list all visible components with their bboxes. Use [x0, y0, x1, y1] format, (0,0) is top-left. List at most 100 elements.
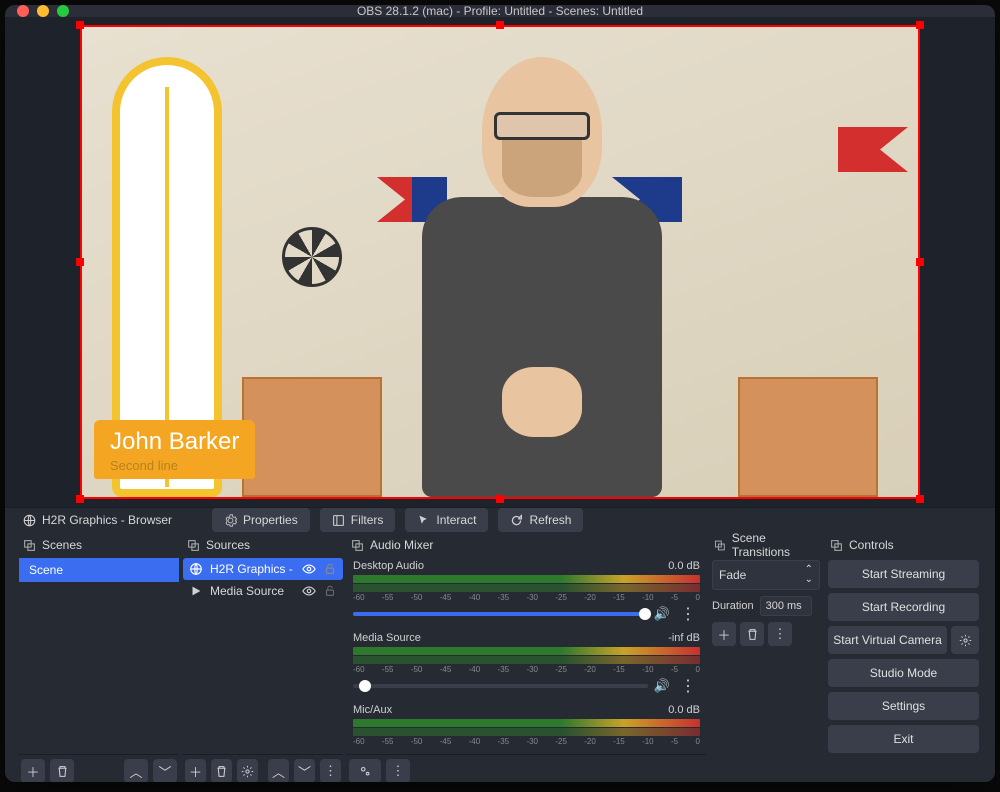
speaker-icon[interactable]: 🔊	[654, 678, 670, 694]
interact-button[interactable]: Interact	[405, 508, 488, 532]
source-down-button[interactable]: ﹀	[294, 759, 315, 782]
mixer-channel: Media Source -inf dB -60-55-50-45-40-35-3…	[347, 630, 706, 702]
source-item[interactable]: Media Source	[183, 580, 343, 602]
dock-icon	[714, 539, 726, 552]
channel-level: -inf dB	[668, 632, 700, 644]
source-label: H2R Graphics -	[210, 562, 295, 576]
sources-panel-header: Sources	[183, 532, 343, 558]
lock-icon[interactable]	[323, 562, 337, 576]
resize-handle[interactable]	[76, 258, 84, 266]
volume-slider[interactable]	[353, 684, 648, 688]
bg-cabinet	[242, 377, 382, 497]
trash-icon	[215, 765, 228, 778]
remove-transition-button[interactable]	[740, 622, 764, 646]
add-transition-button[interactable]: ＋	[712, 622, 736, 646]
channel-name: Media Source	[353, 632, 421, 644]
source-label: Media Source	[210, 584, 295, 598]
minimize-window-button[interactable]	[37, 5, 49, 17]
mixer-menu-button[interactable]: ⋮	[386, 759, 410, 782]
audio-meter	[353, 575, 700, 583]
lower-third-overlay: John Barker Second line	[94, 420, 255, 479]
gear-icon	[959, 634, 972, 647]
remove-source-button[interactable]	[211, 759, 232, 782]
remove-scene-button[interactable]	[50, 759, 74, 782]
channel-menu-button[interactable]: ⋮	[676, 604, 700, 624]
resize-handle[interactable]	[496, 21, 504, 29]
meter-ticks: -60-55-50-45-40-35-30-25-20-15-10-50	[353, 665, 700, 674]
mixer-toolbar: ⋮	[347, 754, 706, 782]
resize-handle[interactable]	[76, 495, 84, 503]
resize-handle[interactable]	[916, 258, 924, 266]
lock-icon[interactable]	[323, 584, 337, 598]
dock-icon	[830, 539, 843, 552]
add-scene-button[interactable]: ＋	[21, 759, 45, 782]
mixer-channel: Mic/Aux0.0 dB -60-55-50-45-40-35-30-25-2…	[347, 702, 706, 754]
resize-handle[interactable]	[916, 495, 924, 503]
window-controls	[17, 5, 69, 17]
channel-name: Desktop Audio	[353, 560, 424, 572]
dock-icon	[23, 539, 36, 552]
add-source-button[interactable]: ＋	[185, 759, 206, 782]
exit-button[interactable]: Exit	[828, 725, 979, 753]
globe-icon	[23, 514, 36, 527]
transition-menu-button[interactable]: ⋮	[768, 622, 792, 646]
channel-level: 0.0 dB	[668, 560, 700, 572]
duration-input[interactable]	[760, 596, 812, 616]
gear-icon	[241, 765, 254, 778]
maximize-window-button[interactable]	[57, 5, 69, 17]
trash-icon	[746, 628, 759, 641]
preview-area[interactable]: John Barker Second line	[5, 17, 995, 507]
globe-icon	[189, 562, 203, 576]
scene-item[interactable]: Scene	[19, 558, 179, 582]
start-streaming-button[interactable]: Start Streaming	[828, 560, 979, 588]
audio-meter	[353, 584, 700, 592]
eye-icon[interactable]	[302, 584, 316, 598]
start-recording-button[interactable]: Start Recording	[828, 593, 979, 621]
bg-flag	[838, 127, 908, 172]
source-up-button[interactable]: ︿	[268, 759, 289, 782]
resize-handle[interactable]	[496, 495, 504, 503]
meter-ticks: -60-55-50-45-40-35-30-25-20-15-10-50	[353, 593, 700, 602]
selected-source-label: H2R Graphics - Browser	[23, 513, 172, 527]
lower-third-subtitle: Second line	[110, 458, 239, 473]
resize-handle[interactable]	[76, 21, 84, 29]
resize-handle[interactable]	[916, 21, 924, 29]
source-item[interactable]: H2R Graphics -	[183, 558, 343, 580]
person-silhouette	[362, 57, 722, 497]
volume-slider[interactable]	[353, 612, 648, 616]
scene-down-button[interactable]: ﹀	[153, 759, 177, 782]
close-window-button[interactable]	[17, 5, 29, 17]
sources-panel: Sources H2R Graphics - Media Source ＋	[183, 532, 343, 782]
audio-meter	[353, 647, 700, 655]
properties-button[interactable]: Properties	[212, 508, 310, 532]
app-window: OBS 28.1.2 (mac) - Profile: Untitled - S…	[5, 5, 995, 782]
mixer-panel-header: Audio Mixer	[347, 532, 706, 558]
scene-up-button[interactable]: ︿	[124, 759, 148, 782]
dock-icon	[187, 539, 200, 552]
source-menu-button[interactable]: ⋮	[320, 759, 341, 782]
mixer-channel: Desktop Audio 0.0 dB -60-55-50-45-40-35-3…	[347, 558, 706, 630]
virtual-camera-settings-button[interactable]	[951, 626, 979, 654]
source-context-toolbar: H2R Graphics - Browser Properties Filter…	[5, 507, 995, 532]
audio-meter	[353, 728, 700, 736]
start-virtual-camera-button[interactable]: Start Virtual Camera	[828, 626, 947, 654]
bg-cabinet	[738, 377, 878, 497]
audio-meter	[353, 719, 700, 727]
mixer-advanced-button[interactable]	[349, 759, 381, 782]
studio-mode-button[interactable]: Studio Mode	[828, 659, 979, 687]
source-properties-button[interactable]	[237, 759, 258, 782]
controls-panel: Controls Start Streaming Start Recording…	[826, 532, 981, 782]
trash-icon	[56, 765, 69, 778]
eye-icon[interactable]	[302, 562, 316, 576]
settings-button[interactable]: Settings	[828, 692, 979, 720]
filters-button[interactable]: Filters	[320, 508, 396, 532]
channel-menu-button[interactable]: ⋮	[676, 676, 700, 696]
dock-icon	[351, 539, 364, 552]
play-icon	[189, 584, 203, 598]
transition-select[interactable]: Fade ⌃⌄	[712, 560, 820, 590]
window-title: OBS 28.1.2 (mac) - Profile: Untitled - S…	[357, 5, 643, 18]
refresh-button[interactable]: Refresh	[498, 508, 583, 532]
speaker-icon[interactable]: 🔊	[654, 606, 670, 622]
audio-meter	[353, 656, 700, 664]
preview-canvas[interactable]: John Barker Second line	[80, 25, 920, 499]
